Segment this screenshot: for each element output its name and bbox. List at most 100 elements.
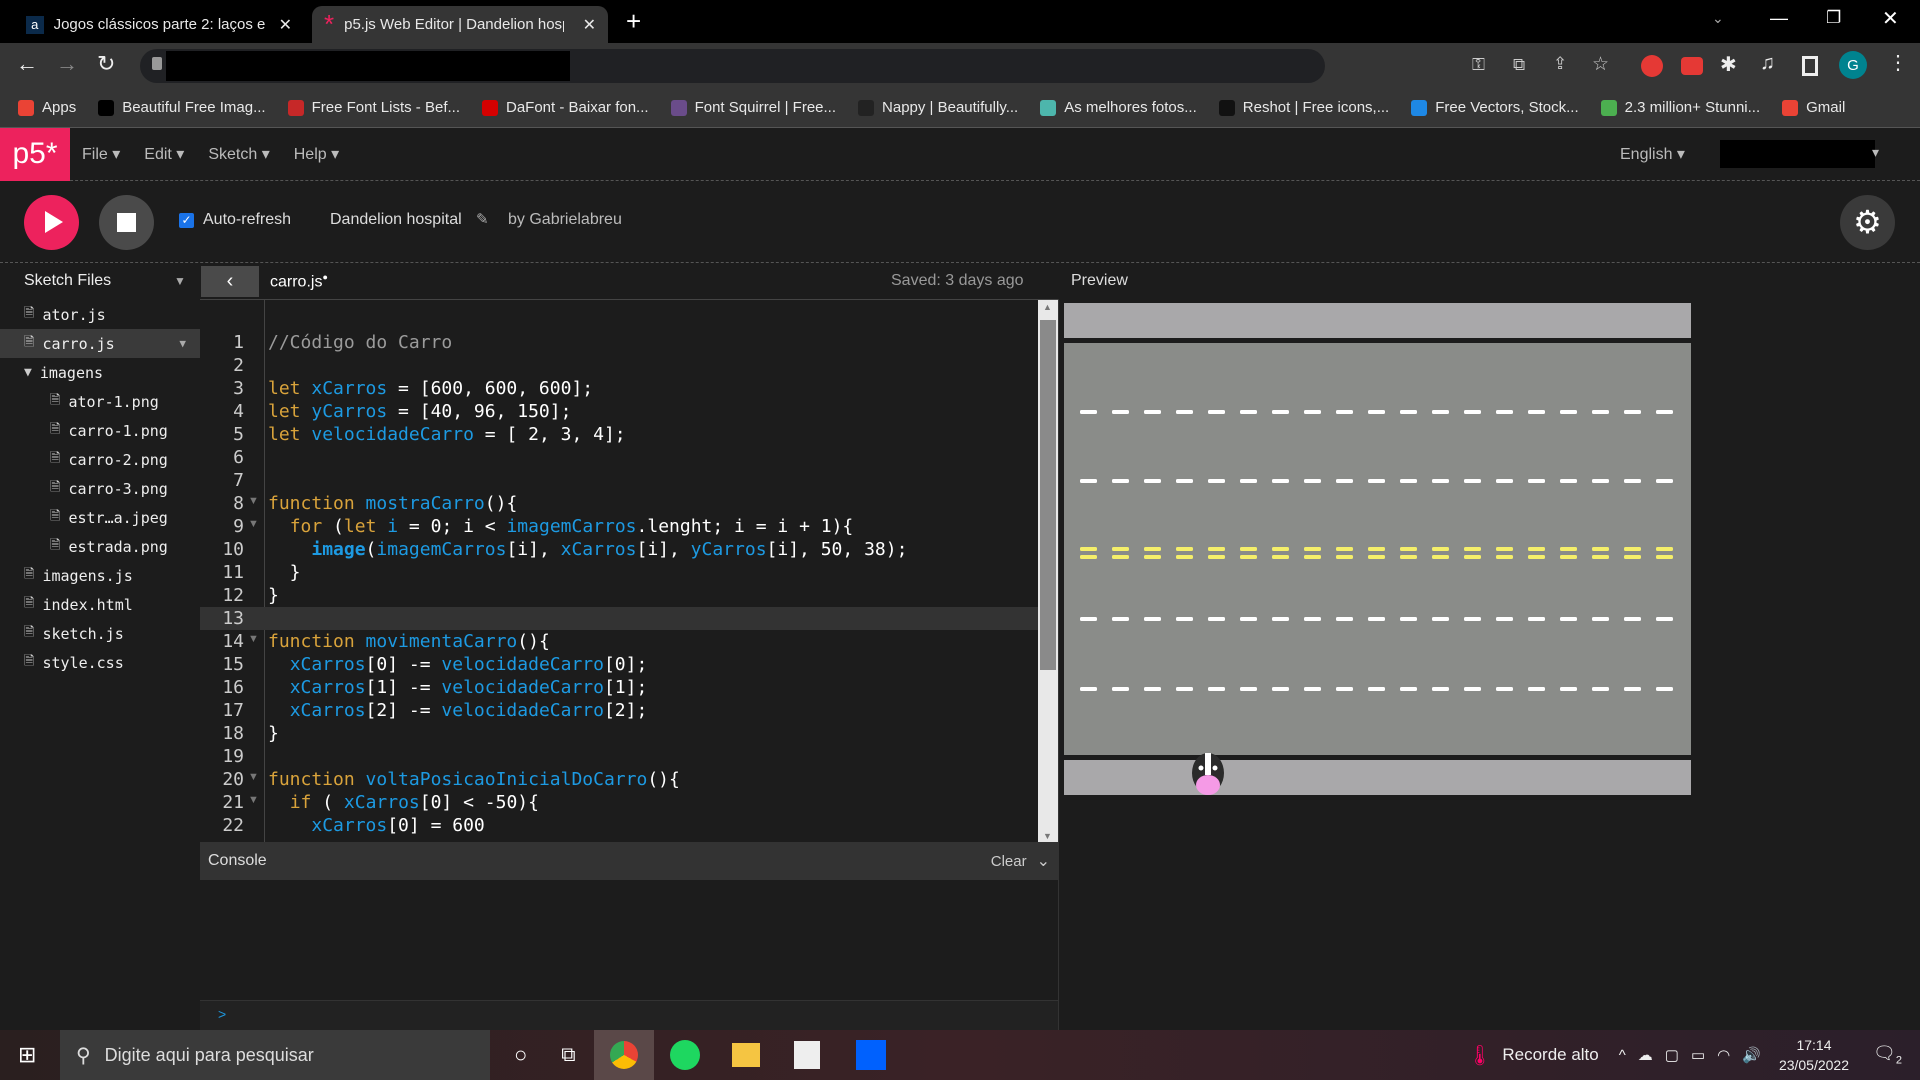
code-line[interactable]: let velocidadeCarro = [ 2, 3, 4]; bbox=[268, 423, 626, 446]
file-options-icon[interactable]: ▼ bbox=[179, 337, 186, 350]
file-item[interactable]: 🗎 carro-2.png bbox=[0, 445, 200, 474]
pencil-icon[interactable]: ✎ bbox=[476, 210, 489, 228]
task-view-icon[interactable]: ⧉ bbox=[561, 1044, 575, 1067]
bookmark-item[interactable]: Reshot | Free icons,... bbox=[1218, 99, 1389, 116]
road-game-canvas[interactable] bbox=[1064, 303, 1691, 795]
console-collapse-chevron-icon[interactable]: ⌄ bbox=[1037, 851, 1050, 871]
volume-icon[interactable]: 🔊 bbox=[1742, 1046, 1761, 1064]
extensions-puzzle-icon[interactable]: ✱ bbox=[1720, 52, 1737, 77]
close-tab-icon[interactable]: ✕ bbox=[583, 15, 596, 35]
new-tab-button[interactable]: + bbox=[626, 6, 641, 37]
editor-scrollbar[interactable]: ▲ ▼ bbox=[1038, 300, 1058, 842]
bookmark-item[interactable]: Font Squirrel | Free... bbox=[670, 99, 836, 116]
code-line[interactable]: function movimentaCarro(){ bbox=[268, 630, 550, 653]
restore-button[interactable]: ❐ bbox=[1826, 8, 1841, 28]
language-select[interactable]: English ▾ bbox=[1620, 144, 1685, 164]
bookmark-item[interactable]: 2.3 million+ Stunni... bbox=[1600, 99, 1760, 116]
console-clear-button[interactable]: Clear bbox=[991, 853, 1027, 870]
wifi-icon[interactable]: ◠ bbox=[1717, 1046, 1730, 1064]
file-item[interactable]: 🗎 imagens.js bbox=[0, 561, 200, 590]
media-control-icon[interactable]: ♫ bbox=[1760, 52, 1775, 75]
spotify-icon[interactable] bbox=[669, 1040, 700, 1070]
windows-start-icon[interactable]: ⊞ bbox=[18, 1042, 44, 1068]
chrome-taskbar-icon[interactable] bbox=[593, 1030, 654, 1080]
browser-tab[interactable]: a Jogos clássicos parte 2: laços e lis ✕ bbox=[14, 6, 304, 43]
file-item[interactable]: 🗎 sketch.js bbox=[0, 619, 200, 648]
auto-refresh-checkbox[interactable]: ✓ bbox=[179, 213, 194, 228]
fold-arrow-icon[interactable]: ▼ bbox=[248, 495, 259, 507]
close-tab-icon[interactable]: ✕ bbox=[279, 15, 292, 35]
taskbar-search-box[interactable]: ⚲ Digite aqui para pesquisar bbox=[60, 1030, 490, 1080]
bookmark-item[interactable]: Beautiful Free Imag... bbox=[98, 99, 266, 116]
code-line[interactable]: } bbox=[268, 722, 279, 745]
code-line[interactable]: let yCarros = [40, 96, 150]; bbox=[268, 400, 571, 423]
p5-logo[interactable]: p5* bbox=[0, 127, 70, 181]
sketch-author[interactable]: by Gabrielabreu bbox=[508, 211, 622, 229]
bookmark-item[interactable]: DaFont - Baixar fon... bbox=[482, 99, 649, 116]
file-item[interactable]: 🗎 ator-1.png bbox=[0, 387, 200, 416]
bookmark-star-icon[interactable]: ☆ bbox=[1592, 53, 1609, 76]
file-item[interactable]: 🗎 carro.js ▼ bbox=[0, 329, 200, 358]
adblock-extension-icon[interactable] bbox=[1641, 55, 1663, 77]
console-input[interactable]: > bbox=[200, 1000, 1058, 1030]
share-icon[interactable]: ⇪ bbox=[1553, 54, 1567, 74]
folder-item[interactable]: ▼ imagens bbox=[0, 358, 200, 387]
bookmark-item[interactable]: As melhores fotos... bbox=[1040, 99, 1197, 116]
bookmark-item[interactable]: Free Vectors, Stock... bbox=[1411, 99, 1579, 116]
open-file-tab[interactable]: carro.js● bbox=[270, 272, 328, 291]
translate-icon[interactable]: ⧉ bbox=[1513, 55, 1525, 75]
url-input[interactable]: ⚿ ⧉ ⇪ ☆ bbox=[140, 49, 1609, 83]
bookmark-item[interactable]: Gmail bbox=[1782, 99, 1845, 116]
side-panel-icon[interactable] bbox=[1802, 56, 1818, 76]
code-line[interactable]: image(imagemCarros[i], xCarros[i], yCarr… bbox=[268, 538, 907, 561]
fold-arrow-icon[interactable]: ▼ bbox=[248, 518, 259, 530]
code-line[interactable]: xCarros[0] -= velocidadeCarro[0]; bbox=[268, 653, 648, 676]
fold-arrow-icon[interactable]: ▼ bbox=[248, 794, 259, 806]
profile-avatar[interactable]: G bbox=[1839, 51, 1867, 79]
sketch-name[interactable]: Dandelion hospital bbox=[330, 211, 462, 229]
cortana-icon[interactable]: ○ bbox=[514, 1042, 527, 1068]
settings-gear-icon[interactable]: ⚙ bbox=[1840, 195, 1895, 250]
video-speed-extension-icon[interactable] bbox=[1681, 57, 1703, 75]
tab-search-icon[interactable]: ⌄ bbox=[1712, 10, 1724, 27]
menu-help[interactable]: Help ▾ bbox=[294, 144, 339, 164]
menu-file[interactable]: File ▾ bbox=[82, 144, 120, 164]
scrollbar-thumb[interactable] bbox=[1040, 320, 1056, 670]
onedrive-icon[interactable]: ☁ bbox=[1638, 1046, 1653, 1064]
microsoft-store-icon[interactable] bbox=[793, 1041, 820, 1069]
fold-arrow-icon[interactable]: ▼ bbox=[248, 771, 259, 783]
code-editor[interactable]: ▲ ▼ 1 //Código do Carro 2 3 let xCarros = [60… bbox=[200, 299, 1058, 842]
file-item[interactable]: 🗎 style.css bbox=[0, 648, 200, 677]
file-explorer-icon[interactable] bbox=[731, 1043, 760, 1067]
code-line[interactable]: xCarros[0] = 600 bbox=[268, 814, 484, 837]
minimize-button[interactable]: — bbox=[1770, 8, 1788, 29]
file-item[interactable]: 🗎 ator.js bbox=[0, 300, 200, 329]
code-line[interactable]: } bbox=[268, 584, 279, 607]
code-line[interactable]: } bbox=[268, 561, 301, 584]
file-item[interactable]: 🗎 estrada.png bbox=[0, 532, 200, 561]
code-line[interactable]: function voltaPosicaoInicialDoCarro(){ bbox=[268, 768, 680, 791]
bookmark-item[interactable]: Free Font Lists - Bef... bbox=[287, 99, 460, 116]
play-button[interactable] bbox=[24, 195, 79, 250]
chrome-menu-icon[interactable]: ⋮ bbox=[1888, 50, 1908, 75]
dropbox-icon[interactable] bbox=[855, 1040, 886, 1070]
file-item[interactable]: 🗎 carro-3.png bbox=[0, 474, 200, 503]
notifications-icon[interactable]: 🗨2 bbox=[1873, 1043, 1902, 1067]
battery-icon[interactable]: ▭ bbox=[1691, 1046, 1705, 1064]
back-icon[interactable]: ← bbox=[16, 51, 38, 77]
clock[interactable]: 17:14 23/05/2022 bbox=[1779, 1035, 1849, 1075]
code-line[interactable]: let xCarros = [600, 600, 600]; bbox=[268, 377, 593, 400]
bookmark-item[interactable]: Nappy | Beautifully... bbox=[858, 99, 1018, 116]
file-item[interactable]: 🗎 carro-1.png bbox=[0, 416, 200, 445]
fold-arrow-icon[interactable]: ▼ bbox=[248, 633, 259, 645]
code-line[interactable]: function mostraCarro(){ bbox=[268, 492, 517, 515]
weather-widget[interactable]: Recorde alto bbox=[1502, 1045, 1598, 1065]
code-line[interactable]: xCarros[2] -= velocidadeCarro[2]; bbox=[268, 699, 648, 722]
file-item[interactable]: 🗎 estr…a.jpeg bbox=[0, 503, 200, 532]
user-menu-redacted[interactable] bbox=[1720, 140, 1875, 168]
reload-icon[interactable]: ↻ bbox=[97, 51, 115, 77]
key-icon[interactable]: ⚿ bbox=[1472, 55, 1485, 75]
code-line[interactable]: xCarros[1] -= velocidadeCarro[1]; bbox=[268, 676, 648, 699]
browser-tab-active[interactable]: * p5.js Web Editor | Dandelion hosp ✕ bbox=[312, 6, 608, 43]
close-window-button[interactable]: ✕ bbox=[1882, 6, 1899, 31]
